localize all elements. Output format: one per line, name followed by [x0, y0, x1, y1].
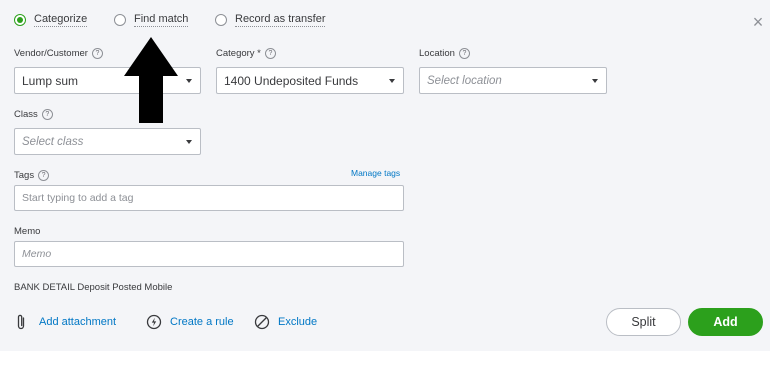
class-label-text: Class — [14, 109, 38, 120]
help-icon[interactable]: ? — [458, 48, 470, 59]
class-label: Class ? — [14, 109, 53, 120]
add-attachment-link[interactable]: Add attachment — [16, 314, 116, 330]
create-rule-link[interactable]: Create a rule — [146, 314, 234, 330]
location-select[interactable]: Select location — [419, 67, 607, 94]
memo-label-text: Memo — [14, 226, 41, 237]
chevron-down-icon[interactable] — [186, 139, 192, 144]
paperclip-icon — [17, 314, 25, 330]
radio-indicator — [114, 14, 126, 26]
manage-tags-link[interactable]: Manage tags — [351, 168, 400, 178]
bank-detail-value: Deposit Posted Mobile — [77, 282, 173, 293]
bank-detail-label: BANK DETAIL — [14, 282, 75, 293]
help-icon[interactable]: ? — [264, 48, 276, 59]
memo-input[interactable]: Memo — [14, 241, 404, 267]
chevron-down-icon[interactable] — [186, 78, 192, 83]
add-button[interactable]: Add — [688, 308, 763, 336]
radio-categorize-label: Categorize — [34, 13, 88, 27]
radio-categorize[interactable]: Categorize — [14, 13, 88, 27]
location-label: Location ? — [419, 48, 470, 59]
add-attachment-label: Add attachment — [39, 316, 117, 328]
radio-find-match[interactable]: Find match — [114, 13, 189, 27]
radio-record-transfer-label: Record as transfer — [235, 13, 326, 27]
category-select[interactable]: 1400 Undeposited Funds — [216, 67, 404, 94]
radio-indicator — [215, 14, 227, 26]
chevron-down-icon[interactable] — [592, 78, 598, 83]
exclude-label: Exclude — [278, 316, 318, 328]
location-label-text: Location — [419, 48, 455, 59]
lightning-icon — [146, 314, 162, 330]
radio-find-match-label: Find match — [134, 13, 189, 27]
categorize-panel: Categorize Find match Record as transfer… — [0, 0, 770, 351]
split-button[interactable]: Split — [606, 308, 681, 336]
category-label-text: Category * — [216, 48, 261, 59]
block-icon — [254, 314, 270, 330]
help-icon[interactable]: ? — [91, 48, 103, 59]
class-select[interactable]: Select class — [14, 128, 201, 155]
create-rule-label: Create a rule — [170, 316, 234, 328]
category-value: 1400 Undeposited Funds — [224, 73, 359, 88]
memo-label: Memo — [14, 226, 40, 237]
memo-placeholder: Memo — [22, 248, 52, 260]
radio-indicator — [14, 14, 26, 26]
tags-label-text: Tags — [14, 170, 35, 181]
annotation-arrow-up-icon — [124, 37, 178, 123]
tags-input[interactable]: Start typing to add a tag — [14, 185, 404, 211]
help-icon[interactable]: ? — [38, 170, 50, 181]
exclude-link[interactable]: Exclude — [254, 314, 317, 330]
tags-placeholder: Start typing to add a tag — [22, 192, 134, 204]
tags-label: Tags ? — [14, 170, 50, 181]
vendor-customer-label: Vendor/Customer ? — [14, 48, 103, 59]
class-placeholder: Select class — [22, 135, 84, 148]
category-label: Category * ? — [216, 48, 276, 59]
location-placeholder: Select location — [427, 74, 502, 87]
close-icon[interactable]: × — [750, 13, 766, 31]
help-icon[interactable]: ? — [41, 109, 53, 120]
bank-detail: BANK DETAIL Deposit Posted Mobile — [14, 282, 172, 293]
radio-record-transfer[interactable]: Record as transfer — [215, 13, 326, 27]
vendor-customer-label-text: Vendor/Customer — [14, 48, 88, 59]
chevron-down-icon[interactable] — [389, 78, 395, 83]
